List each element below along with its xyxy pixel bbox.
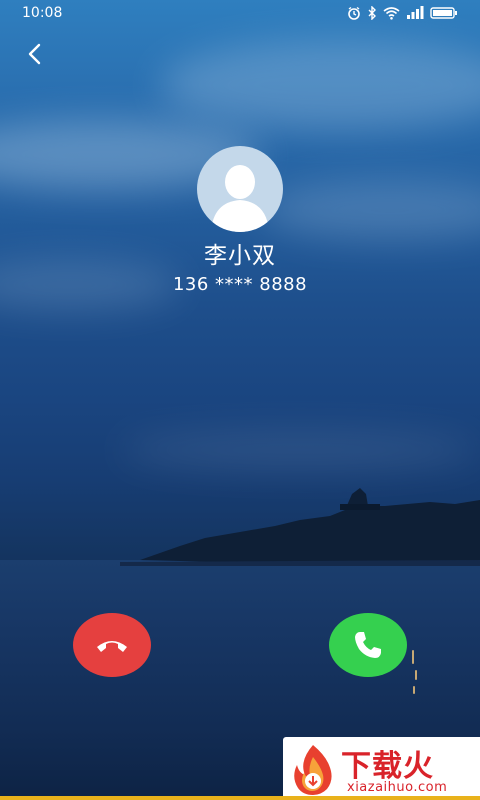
status-time: 10:08: [22, 5, 63, 21]
cloud: [120, 430, 480, 470]
wifi-icon: [383, 7, 400, 20]
avatar: [197, 146, 283, 232]
watermark-title: 下载火: [341, 749, 434, 784]
incoming-call-screen: 10:08 李小双 136 **** 8888 下载火 xiazaihuo.co…: [0, 0, 480, 800]
chevron-left-icon: [28, 43, 41, 65]
back-button[interactable]: [20, 40, 50, 70]
cloud: [260, 180, 480, 240]
alarm-icon: [348, 6, 360, 20]
watermark-url: xiazaihuo.com: [347, 780, 448, 795]
phone-icon: [355, 632, 381, 658]
decline-button[interactable]: [73, 613, 151, 677]
signal-icon: [407, 6, 424, 19]
bottom-bar: [0, 796, 480, 800]
bluetooth-icon: [368, 6, 376, 20]
headland-silhouette: [120, 488, 480, 566]
status-icons: [347, 6, 458, 20]
hang-up-icon: [97, 641, 127, 652]
flame-logo-icon: [294, 745, 332, 795]
light-reflection: [412, 650, 414, 664]
status-bar: 10:08: [0, 0, 480, 28]
cloud: [160, 40, 480, 130]
light-reflection: [415, 670, 417, 680]
battery-icon: [430, 7, 457, 19]
person-silhouette-icon: [211, 165, 269, 232]
accept-button[interactable]: [329, 613, 407, 677]
light-reflection: [413, 686, 415, 694]
caller-name: 李小双: [204, 243, 276, 269]
watermark: 下载火 xiazaihuo.com: [283, 737, 480, 800]
caller-number: 136 **** 8888: [172, 274, 308, 295]
